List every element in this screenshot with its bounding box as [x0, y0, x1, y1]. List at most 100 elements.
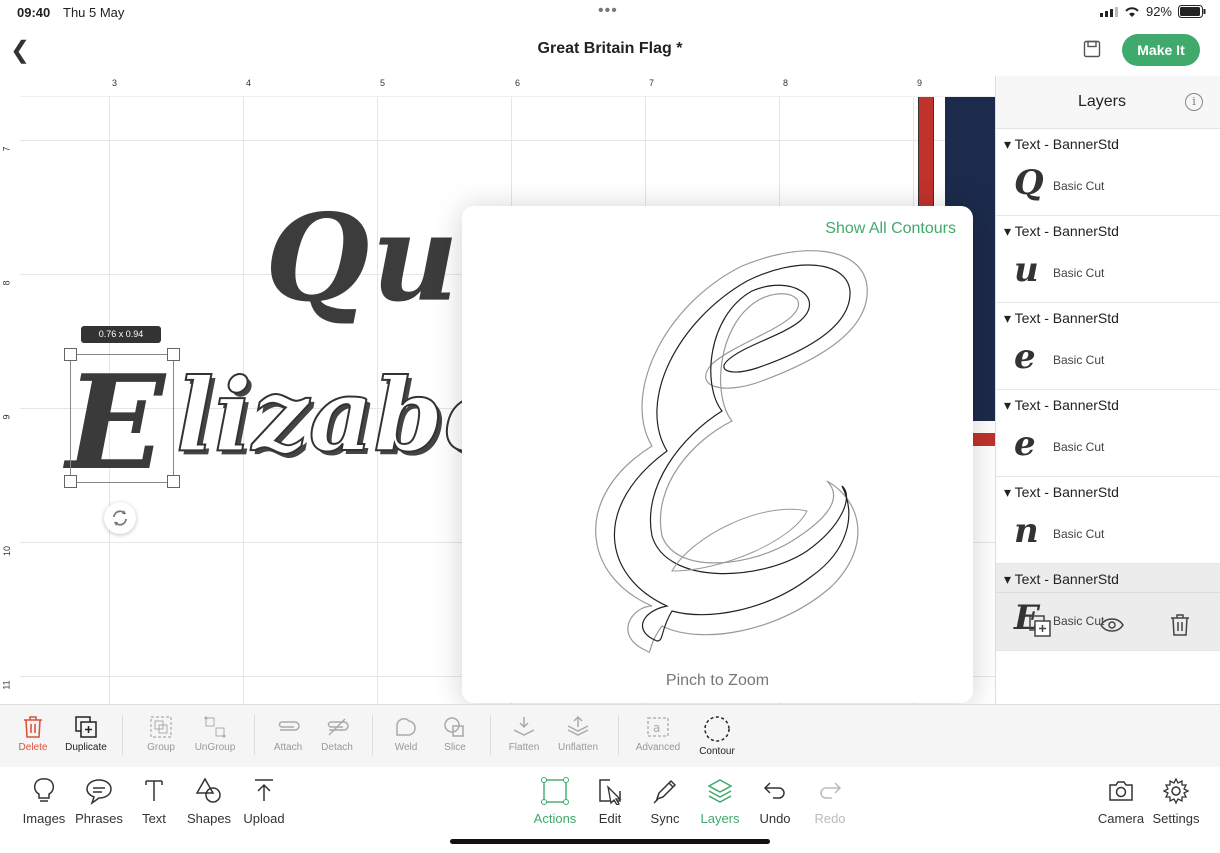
layer-thumbnail: n: [1014, 511, 1039, 551]
edit-tab[interactable]: Edit: [582, 777, 638, 826]
layer-name: Text - BannerStd: [1004, 397, 1119, 414]
layer-name: Text - BannerStd: [1004, 484, 1119, 501]
layer-operation: Basic Cut: [1053, 179, 1105, 193]
text-t-icon: [145, 780, 163, 801]
layers-tab[interactable]: Layers: [692, 777, 748, 826]
layer-operation: Basic Cut: [1053, 266, 1105, 280]
status-date: Thu 5 May: [63, 5, 125, 20]
ruler-left: 7 8 9 10 11: [0, 76, 20, 704]
group-label: Group: [147, 742, 175, 753]
advanced-label: Advanced: [635, 742, 681, 753]
layer-item[interactable]: Text - BannerStd u Basic Cut: [996, 216, 1220, 303]
sync-tab[interactable]: Sync: [637, 777, 693, 826]
advanced-button[interactable]: a Advanced: [631, 715, 685, 753]
show-all-contours-button[interactable]: Show All Contours: [825, 220, 956, 238]
rotate-handle[interactable]: [104, 502, 136, 534]
ruler-tick: 8: [783, 78, 789, 88]
make-it-button[interactable]: Make It: [1122, 34, 1200, 66]
text-button[interactable]: Text: [126, 777, 182, 826]
images-button[interactable]: Images: [16, 777, 72, 826]
app-header: ❮ Great Britain Flag * Make It: [0, 26, 1220, 74]
selection-handle-tr[interactable]: [167, 348, 180, 361]
layer-item[interactable]: Text - BannerStd e Basic Cut: [996, 303, 1220, 390]
slice-button[interactable]: Slice: [428, 715, 482, 753]
selection-box[interactable]: [70, 354, 174, 483]
weld-button[interactable]: Weld: [379, 715, 433, 753]
actions-tab[interactable]: Actions: [527, 777, 583, 826]
phrases-button[interactable]: Phrases: [71, 777, 127, 826]
slice-label: Slice: [444, 742, 466, 753]
layer-name: Text - BannerStd: [1004, 310, 1119, 327]
redo-label: Redo: [814, 811, 846, 826]
undo-button[interactable]: Undo: [747, 777, 803, 826]
attach-paperclip-icon: [278, 721, 300, 731]
slice-icon: [444, 717, 464, 737]
redo-button[interactable]: Redo: [802, 777, 858, 826]
attach-label: Attach: [273, 742, 303, 753]
advanced-icon: a: [647, 717, 669, 737]
layer-operation: Basic Cut: [1053, 527, 1105, 541]
contour-popover[interactable]: Show All Contours Pinch to Zoom: [462, 206, 973, 703]
edit-cursor-icon: [599, 779, 622, 805]
wifi-icon: [1125, 6, 1139, 17]
delete-label: Delete: [18, 742, 48, 753]
ruler-tick: 10: [2, 545, 13, 557]
ruler-tick: 11: [1, 680, 12, 690]
settings-button[interactable]: Settings: [1148, 777, 1204, 826]
save-icon[interactable]: [1083, 40, 1101, 58]
svg-text:a: a: [653, 721, 660, 735]
ruler-tick: 4: [246, 78, 252, 88]
toolbar-divider: [490, 715, 491, 755]
battery-icon: [1178, 5, 1206, 18]
selection-handle-bl[interactable]: [64, 475, 77, 488]
ruler-top: 3 4 5 6 7 8 9: [0, 76, 995, 97]
contour-label: Contour: [699, 746, 735, 757]
camera-label: Camera: [1097, 811, 1145, 826]
visibility-eye-icon[interactable]: [1100, 617, 1124, 633]
detach-button[interactable]: Detach: [310, 715, 364, 753]
layer-thumbnail: e: [1014, 337, 1036, 377]
layers-panel: Layers i Text - BannerStd Q Basic Cut Text…: [995, 76, 1220, 704]
home-indicator[interactable]: [450, 839, 770, 844]
contour-letter-preview[interactable]: [542, 246, 902, 666]
trash-icon[interactable]: [1170, 614, 1190, 636]
status-bar: 09:40 Thu 5 May ••• 92%: [0, 0, 1220, 26]
shapes-button[interactable]: Shapes: [181, 777, 237, 826]
images-label: Images: [22, 811, 66, 826]
flatten-button[interactable]: Flatten: [497, 715, 551, 753]
multitasking-dots-icon[interactable]: •••: [598, 2, 618, 20]
attach-button[interactable]: Attach: [261, 715, 315, 753]
size-badge: 0.76 x 0.94: [81, 326, 161, 343]
weld-label: Weld: [394, 742, 418, 753]
weld-icon: [396, 718, 416, 736]
sync-label: Sync: [650, 811, 680, 826]
duplicate-layer-icon[interactable]: [1029, 615, 1051, 637]
selection-handle-tl[interactable]: [64, 348, 77, 361]
ruler-tick: 6: [515, 78, 521, 88]
duplicate-button[interactable]: Duplicate: [59, 715, 113, 753]
unflatten-label: Unflatten: [557, 742, 599, 753]
layer-item[interactable]: Text - BannerStd n Basic Cut: [996, 477, 1220, 564]
upload-button[interactable]: Upload: [236, 777, 292, 826]
ungroup-button[interactable]: UnGroup: [188, 715, 242, 753]
layer-item[interactable]: Text - BannerStd e Basic Cut: [996, 390, 1220, 477]
selection-handle-br[interactable]: [167, 475, 180, 488]
group-button[interactable]: Group: [134, 715, 188, 753]
info-icon[interactable]: i: [1185, 93, 1203, 111]
flag-red-stripe[interactable]: [918, 96, 934, 208]
detach-icon: [327, 718, 349, 736]
pinch-to-zoom-hint: Pinch to Zoom: [665, 672, 770, 689]
speech-bubble-icon: [86, 779, 112, 805]
undo-arrow-icon: [763, 782, 785, 799]
layers-header: Layers i: [996, 76, 1220, 129]
contour-button[interactable]: Contour: [690, 715, 744, 757]
layer-item[interactable]: Text - BannerStd Q Basic Cut: [996, 129, 1220, 216]
layer-name: Text - BannerStd: [1004, 223, 1119, 240]
unflatten-button[interactable]: Unflatten: [551, 715, 605, 753]
camera-button[interactable]: Camera: [1093, 777, 1149, 826]
actions-label: Actions: [533, 811, 577, 826]
delete-button[interactable]: Delete: [6, 715, 60, 753]
layer-name: Text - BannerStd: [1004, 136, 1119, 153]
layers-stack-icon: [707, 779, 733, 803]
text-elizabe[interactable]: lizabe: [175, 355, 508, 475]
